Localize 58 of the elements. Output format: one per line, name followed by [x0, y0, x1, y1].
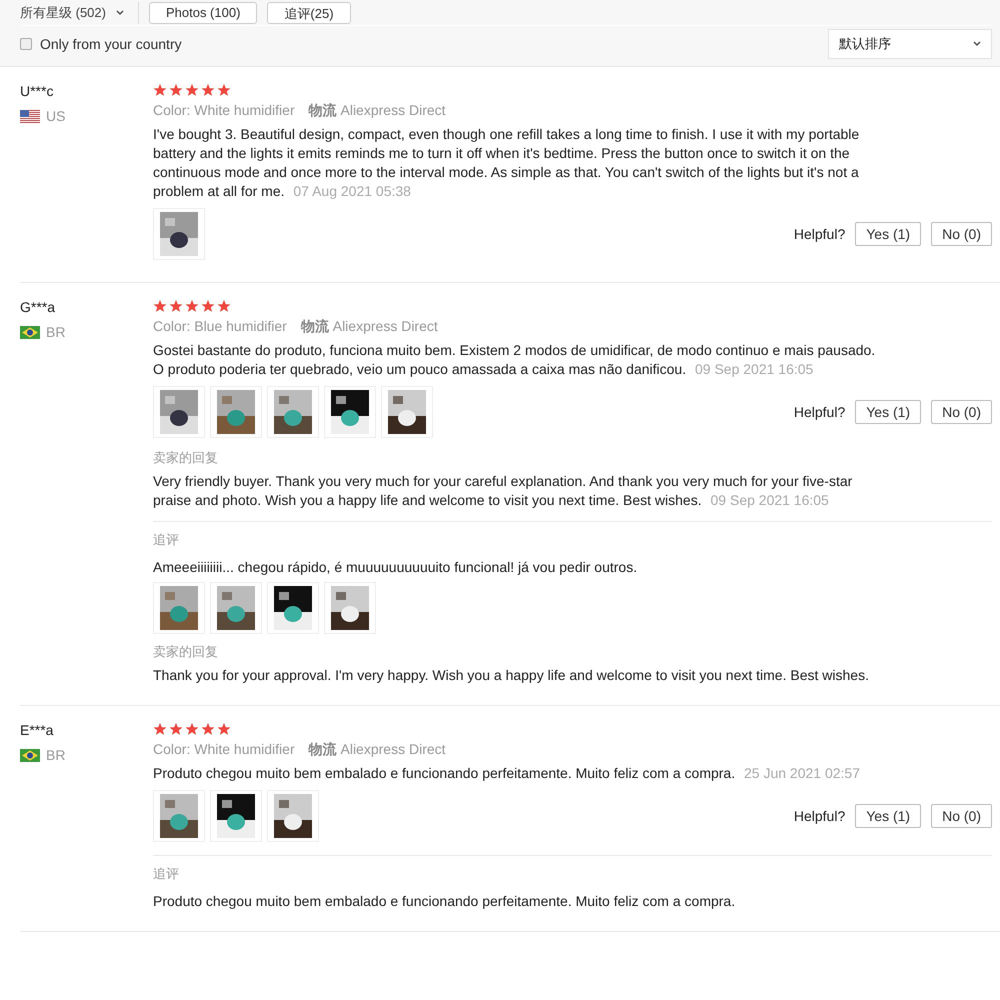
product-variant: Color: White humidifier [153, 102, 295, 120]
seller-reply-text: Very friendly buyer. Thank you very much for your careful explanation. And thank you very much for your five-star praise and photo. Wish you a happy life and welcome to visit you next time. Best wishes. 09 Sep 2021 16:05 [153, 472, 854, 510]
star-icon [217, 722, 231, 736]
star-icon [169, 299, 183, 313]
yes-button[interactable]: Yes (1) [855, 222, 922, 246]
star-icon [169, 722, 183, 736]
followup-label: 追评 [153, 865, 180, 883]
filter-tab[interactable]: Photos (100) [148, 2, 258, 24]
star-icon [169, 83, 183, 97]
seller-reply-text: Thank you for your approval. I'm very happy. Wish you a happy life and welcome to visit you next time. Best wishes. [153, 666, 870, 685]
country-code: BR [46, 747, 66, 763]
helpful-label: Helpful? [794, 226, 846, 242]
star-icon [217, 299, 231, 313]
reviewer-name: E***a [20, 722, 54, 738]
star-icon [201, 83, 215, 97]
flag-icon [20, 748, 40, 762]
caret-icon [116, 10, 124, 16]
star-icon [201, 299, 215, 313]
review-text: I've bought 3. Beautiful design, compact, even though one refill takes a long time to finish. I use it with my portable battery and the lights it emits reminds me to turn it off when it's bedtime. Press the button once to switch it on the continuous mode and once more to the interval mode. As simple as that. You can't switch of the lights but it's not a problem at all for me. 07 Aug 2021 05:38 [153, 125, 860, 201]
star-icon [153, 722, 167, 736]
sort-dropdown[interactable]: 默认排序 [828, 29, 992, 59]
no-button[interactable]: No (0) [931, 400, 992, 424]
rating-dropdown[interactable]: 所有星级 (502) [20, 2, 139, 24]
no-button[interactable]: No (0) [931, 804, 992, 828]
flag-icon [20, 110, 40, 122]
flag-icon [20, 326, 40, 338]
followup-text: Produto chegou muito bem embalado e funcionando perfeitamente. Muito feliz com a compra. [153, 892, 736, 911]
country-code: BR [46, 324, 66, 340]
star-icon [185, 722, 199, 736]
star-icon [217, 83, 231, 97]
star-icon [153, 83, 167, 97]
seller-reply-label: 卖家的回复 [153, 643, 219, 661]
review-text: Gostei bastante do produto, funciona muito bem. Existem 2 modos de umidificar, de modo continuo e mais pausado. O produto poderia ter quebrado, veio um pouco amassada a caixa mas não danificou. 09 Sep 2021 16:05 [153, 341, 876, 379]
product-variant: Color: White humidifier [153, 741, 295, 759]
review-text: Produto chegou muito bem embalado e funcionando perfeitamente. Muito feliz com a compra. 25 Jun 2021 02:57 [153, 764, 861, 783]
followup-text: Ameeeiiiiiiii... chegou rápido, é muuuuuuuuuuito funcional! já vou pedir outros. [153, 558, 638, 577]
logistics-info: 物流 Aliexpress Direct [308, 102, 446, 120]
helpful-label: Helpful? [794, 404, 846, 420]
yes-button[interactable]: Yes (1) [855, 804, 922, 828]
checkbox[interactable] [20, 38, 32, 50]
reviewer-name: G***a [20, 299, 56, 315]
seller-reply-label: 卖家的回复 [153, 449, 219, 467]
no-button[interactable]: No (0) [931, 222, 992, 246]
country-code: US [46, 108, 66, 124]
reviewer-name: U***c [20, 83, 54, 99]
helpful-label: Helpful? [794, 808, 846, 824]
followup-label: 追评 [153, 531, 180, 549]
star-icon [153, 299, 167, 313]
star-icon [201, 722, 215, 736]
checkbox-label: Only from your country [40, 36, 182, 52]
filter-tab[interactable]: 追评(25) [267, 2, 351, 24]
logistics-info: 物流 Aliexpress Direct [308, 741, 446, 759]
logistics-info: 物流 Aliexpress Direct [300, 318, 438, 336]
star-icon [185, 83, 199, 97]
caret-icon [973, 41, 981, 47]
star-icon [185, 299, 199, 313]
yes-button[interactable]: Yes (1) [855, 400, 922, 424]
product-variant: Color: Blue humidifier [153, 318, 287, 336]
